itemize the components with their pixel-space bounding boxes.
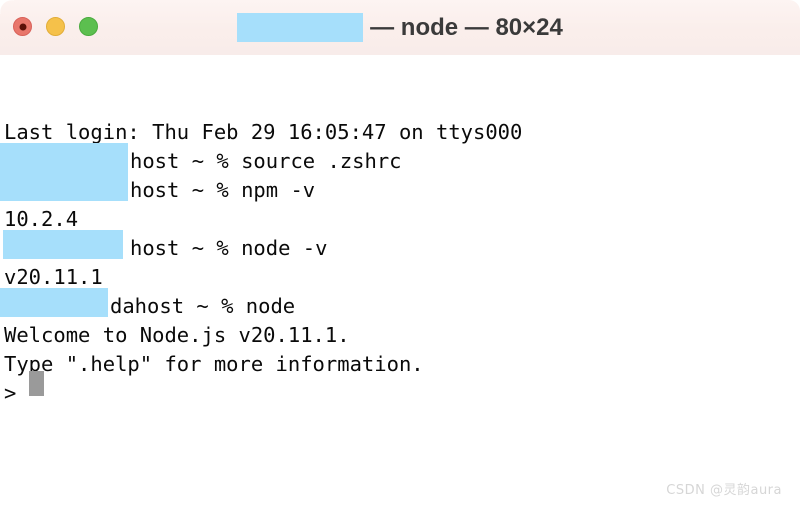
terminal-output-area[interactable]: Last login: Thu Feb 29 16:05:47 on ttys0…	[0, 55, 800, 510]
redaction-block	[0, 288, 108, 317]
terminal-line: host ~ % source .zshrc	[130, 149, 402, 173]
window-title-area: — node — 80×24	[0, 0, 800, 55]
redaction-block	[0, 143, 128, 201]
minimize-button[interactable]	[46, 17, 65, 36]
title-redaction-block	[237, 13, 364, 42]
terminal-line: Welcome to Node.js v20.11.1.	[4, 323, 350, 347]
terminal-line: Type ".help" for more information.	[4, 352, 424, 376]
csdn-watermark: CSDN @灵韵aura	[666, 483, 782, 498]
terminal-line: host ~ % node -v	[130, 236, 328, 260]
terminal-cursor	[29, 371, 44, 396]
terminal-line: host ~ % npm -v	[130, 178, 316, 202]
terminal-line: >	[4, 381, 17, 405]
close-button[interactable]	[13, 17, 32, 36]
titlebar-corner-rounding	[0, 0, 14, 14]
traffic-light-controls	[13, 17, 98, 36]
window-title-group: — node — 80×24	[237, 13, 563, 42]
redaction-block	[3, 230, 123, 259]
window-titlebar[interactable]: — node — 80×24	[0, 0, 800, 55]
terminal-window: — node — 80×24 Last login: Thu Feb 29 16…	[0, 0, 800, 510]
maximize-button[interactable]	[79, 17, 98, 36]
window-title-text: — node — 80×24	[370, 13, 563, 41]
terminal-line: dahost ~ % node	[110, 294, 296, 318]
close-icon	[19, 23, 26, 30]
